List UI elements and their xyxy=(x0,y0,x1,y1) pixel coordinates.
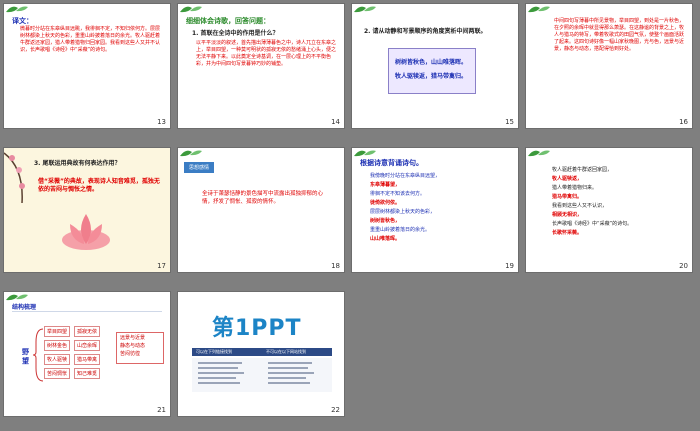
slide-22[interactable]: 第1PPT 可以在下列链接找到 不可以在以下网站找到 22 xyxy=(177,291,345,417)
mindmap-branch-item: 猎马带禽 xyxy=(74,354,101,365)
slide-15[interactable]: 2. 请从动静和写景顺序的角度赏析中间两联。 树树皆秋色，山山唯落晖。 牧人驱犊… xyxy=(351,3,519,129)
slide-number: 14 xyxy=(331,118,340,126)
mindmap-branch-item: 牧人驱犊 xyxy=(44,354,71,365)
leaf-decoration-icon xyxy=(528,150,550,157)
slide-14[interactable]: 细细体会诗歌，回答问题： 1. 首联在全诗中的作用是什么？ 以平平淡淡的叙述，首… xyxy=(177,3,345,129)
slide-title: 细细体会诗歌，回答问题： xyxy=(186,17,270,25)
mindmap-branch-item: 孤寂无依 xyxy=(74,326,101,337)
slide-number: 17 xyxy=(157,262,166,270)
slide-number: 15 xyxy=(505,118,514,126)
right-note: 不可以在以下网站找到 xyxy=(266,349,306,354)
mindmap-branch-item: 树林金色 xyxy=(44,340,71,351)
result-item: 苦闷彷徨 xyxy=(120,351,141,357)
recitation-line: 我看到这些人又不认识， xyxy=(552,203,608,209)
leaf-decoration-icon xyxy=(180,6,202,13)
recitation-line: 我傍晚时分站在东皋纵目远望， xyxy=(370,173,441,179)
mindmap-branch-row: 苦闷惆怅 知己难觅 xyxy=(44,368,101,379)
leaf-decoration-icon xyxy=(528,6,550,13)
recitation-line: 山山唯落晖。 xyxy=(370,236,401,242)
slide-body: 微暮时分站在东皋纵目远眺，我徘徊不定，不知归依何方。层层树林都染上秋天的色彩，重… xyxy=(20,26,161,53)
answer-text: 借“采薇”的典故，表现诗人知音难觅，孤独无依的苦闷与惆怅之情。 xyxy=(38,178,160,193)
question-text: 3. 尾联运用典故有何表达作用？ xyxy=(34,160,121,167)
lotus-flower-icon xyxy=(62,214,110,250)
leaf-decoration-icon xyxy=(6,6,28,13)
mindmap-branches: 举目四望 孤寂无依 树林金色 山峦余晖 牧人驱犊 猎马带禽 苦闷惆怅 知己难觅 xyxy=(44,326,101,382)
recitation-line: 牧人驱赶着牛群返回家园， xyxy=(552,167,613,173)
slide-body: 中间四句写薄暮中所见景物，举目四望，到处是一片秋色，在夕照的余晖中就显得那么萧瑟… xyxy=(554,18,685,52)
question-text: 2. 请从动静和写景顺序的角度赏析中间两联。 xyxy=(364,28,487,35)
mindmap-branch-item: 知己难觅 xyxy=(74,368,101,379)
title-underline xyxy=(12,311,162,312)
mindmap-branch-item: 举目四望 xyxy=(44,326,71,337)
leaf-decoration-icon xyxy=(6,294,28,301)
recitation-line: 东皋薄暮望， xyxy=(370,182,401,188)
recitation-line: 牧人驱犊返， xyxy=(552,176,583,182)
slide-number: 19 xyxy=(505,262,514,270)
slide-20[interactable]: 牧人驱赶着牛群返回家园， 牧人驱犊返， 猎人带着猎物归来。 猎马带禽归。我看到这些人又… xyxy=(525,147,693,273)
recitation-line: 树树皆秋色， xyxy=(370,218,401,224)
slide-16[interactable]: 中间四句写薄暮中所见景物，举目四望，到处是一片秋色，在夕照的余晖中就显得那么萧瑟… xyxy=(525,3,693,129)
scroll-frame: 树树皆秋色，山山唯落晖。 牧人驱犊返，猎马带禽归。 xyxy=(388,48,476,94)
banner-bar: 可以在下列链接找到 不可以在以下网站找到 xyxy=(192,348,332,356)
slide-number: 13 xyxy=(157,118,166,126)
mindmap-brace xyxy=(32,328,44,382)
slide-number: 20 xyxy=(679,262,688,270)
recitation-line: 徙倚欲何依。 xyxy=(370,200,401,206)
recitation-line: 相顾无相识， xyxy=(552,212,583,218)
brand-logo: 第1PPT xyxy=(212,316,302,341)
recitation-lines: 我傍晚时分站在东皋纵目远望， 东皋薄暮望， 徘徊不定不知该去何方。 徙倚欲何依。层层树… xyxy=(370,172,440,244)
mindmap-branch-row: 树林金色 山峦余晖 xyxy=(44,340,101,351)
recitation-line: 猎人带着猎物归来。 xyxy=(552,185,598,191)
slide-title: 结构梳理 xyxy=(12,304,37,311)
result-item: 远景与近景 xyxy=(120,335,146,341)
recitation-line: 长歌怀采薇。 xyxy=(552,230,583,236)
mindmap-branch-item: 苦闷惆怅 xyxy=(44,368,71,379)
recitation-line: 重重山岭披着落日的余光。 xyxy=(370,227,431,233)
slide-title: 译文： xyxy=(12,17,33,25)
slide-number: 18 xyxy=(331,262,340,270)
slide-18[interactable]: 思想感情 全诗于萧瑟恬静的景色描写中流露出孤独抑郁的心情，抒发了惆怅、孤寂的情怀… xyxy=(177,147,345,273)
slide-number: 21 xyxy=(157,406,166,414)
recitation-line: 猎马带禽归。 xyxy=(552,194,583,200)
mindmap-branch-item: 山峦余晖 xyxy=(74,340,101,351)
recitation-lines: 牧人驱赶着牛群返回家园， 牧人驱犊返， 猎人带着猎物归来。 猎马带禽归。我看到这些人又… xyxy=(552,166,632,238)
left-note: 可以在下列链接找到 xyxy=(196,349,232,354)
answer-text: 以平平淡淡的叙述，首先描出薄薄暮色之中，诗人兀立在东皋之上，举目四望，一种莫可明… xyxy=(196,40,337,67)
mindmap-results: 远景与近景 静态与动态 苦闷彷徨 xyxy=(116,332,164,364)
mindmap-branch-row: 牧人驱犊 猎马带禽 xyxy=(44,354,101,365)
recitation-line: 层层树林都染上秋天的色彩， xyxy=(370,209,436,215)
slide-17[interactable]: 3. 尾联运用典故有何表达作用？ 借“采薇”的典故，表现诗人知音难觅，孤独无依的… xyxy=(3,147,171,273)
result-item: 静态与动态 xyxy=(120,343,146,349)
slide-21[interactable]: 结构梳理 野望 举目四望 孤寂无依 树林金色 山峦余晖 牧人驱犊 猎马带禽 苦闷惆怅 知己难觅… xyxy=(3,291,171,417)
slide-number: 16 xyxy=(679,118,688,126)
link-list-panel xyxy=(192,358,332,392)
link-list-lines xyxy=(198,362,314,384)
slide-title: 根据诗意背诵诗句。 xyxy=(360,159,423,167)
mindmap-branch-row: 举目四望 孤寂无依 xyxy=(44,326,101,337)
question-text: 1. 首联在全诗中的作用是什么？ xyxy=(192,30,279,37)
slide-body: 全诗于萧瑟恬静的景色描写中流露出孤独抑郁的心情，抒发了惆怅、孤寂的情怀。 xyxy=(202,191,324,205)
leaf-decoration-icon xyxy=(354,150,376,157)
recitation-line: 长声歌唱《诗经》中“采薇”的诗句。 xyxy=(552,221,633,227)
slide-19[interactable]: 根据诗意背诵诗句。 我傍晚时分站在东皋纵目远望， 东皋薄暮望， 徘徊不定不知该去何方… xyxy=(351,147,519,273)
slide-number: 22 xyxy=(331,406,340,414)
section-tag: 思想感情 xyxy=(184,162,215,173)
verse-line: 牧人驱犊返，猎马带禽归。 xyxy=(395,73,468,80)
leaf-decoration-icon xyxy=(180,150,202,157)
recitation-line: 徘徊不定不知该去何方。 xyxy=(370,191,426,197)
verse-line: 树树皆秋色，山山唯落晖。 xyxy=(395,59,468,66)
slide-13[interactable]: 译文： 微暮时分站在东皋纵目远眺，我徘徊不定，不知归依何方。层层树林都染上秋天的… xyxy=(3,3,171,129)
mindmap-root: 野望 xyxy=(22,348,29,365)
leaf-decoration-icon xyxy=(354,6,376,13)
